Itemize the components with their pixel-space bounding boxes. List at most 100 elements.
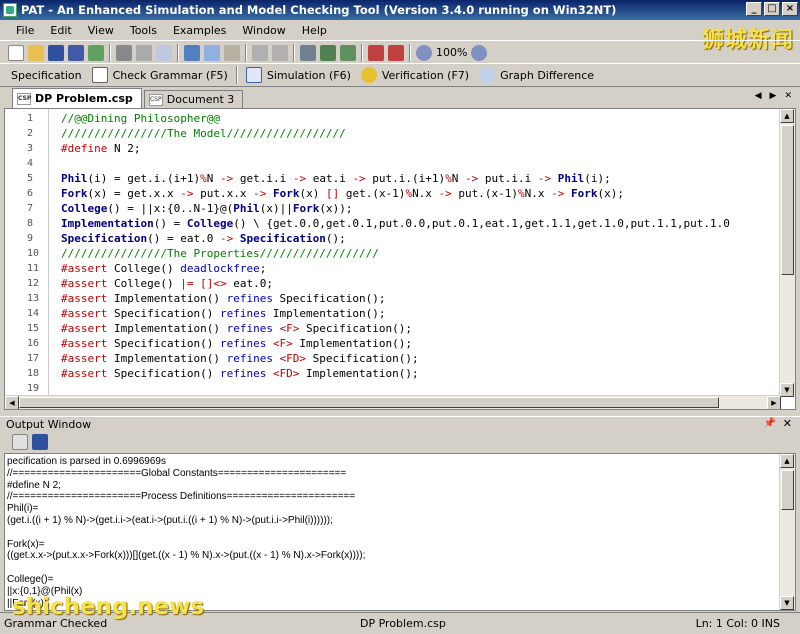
outdent-icon[interactable] [388,44,404,61]
output-line: Phil(i)= [7,503,39,515]
pin-icon[interactable]: 📌 [764,418,776,429]
code-line: Implementation() = College() \ {get.0.0,… [61,217,730,230]
text-icon[interactable] [156,44,172,61]
window-title: PAT - An Enhanced Simulation and Model C… [21,3,617,17]
scroll-thumb[interactable] [19,397,719,408]
indent-icon[interactable] [368,44,384,61]
scroll-left-icon[interactable]: ◀ [5,396,19,409]
output-window-title: Output Window [6,418,92,431]
cut-icon[interactable] [184,44,200,61]
menu-examples[interactable]: Examples [165,24,234,37]
menu-view[interactable]: View [80,24,122,37]
line-number: 4 [27,158,34,169]
line-number: 7 [27,203,34,214]
specification-button[interactable]: Specification [6,69,87,82]
scroll-up-icon[interactable]: ▲ [780,109,794,123]
toolbar-separator [177,43,179,62]
line-number: 14 [27,308,40,319]
check-grammar-label: Check Grammar (F5) [112,68,228,82]
zoom-in-icon[interactable] [416,44,432,61]
export-icon[interactable] [88,44,104,61]
tab-document-3[interactable]: CSP Document 3 [143,90,244,108]
tab-next-icon[interactable]: ▶ [770,91,777,101]
output-line: ((get.x.x->(put.x.x->Fork(x)))[](get.((x… [7,550,366,562]
editor-horizontal-scrollbar[interactable]: ◀ ▶ [5,395,781,409]
new-file-icon[interactable] [8,44,24,61]
line-number-gutter: 1 2 3 4 5 6 7 8 9 10 11 12 13 14 15 16 17 18 19 [5,109,49,399]
scroll-thumb[interactable] [781,470,794,510]
check-grammar-button[interactable]: Check Grammar (F5) [87,67,233,83]
copy-icon[interactable] [204,44,220,61]
tab-navigation: ◀ ▶ ✕ [755,91,792,101]
redo-icon[interactable] [272,44,288,61]
zoom-out-icon[interactable] [471,44,488,61]
pat-app-icon [3,3,17,17]
graph-difference-button[interactable]: Graph Difference [474,67,599,83]
output-window-header: Output Window 📌 ✕ [0,416,800,432]
line-number: 15 [27,323,40,334]
save-icon[interactable] [48,44,64,61]
scroll-down-icon[interactable]: ▼ [780,596,794,610]
bookmark-next-icon[interactable] [320,44,336,61]
verification-button[interactable]: Verification (F7) [356,67,474,83]
print-icon[interactable] [116,44,132,61]
paste-icon[interactable] [224,44,240,61]
code-editor[interactable]: 1 2 3 4 5 6 7 8 9 10 11 12 13 14 15 16 17 18 19 //@@Dining… [4,108,796,410]
editor-vertical-scrollbar[interactable]: ▲ ▼ [779,109,795,397]
menu-help[interactable]: Help [294,24,335,37]
line-number: 8 [27,218,34,229]
output-line: //======================Process Definiti… [7,491,356,503]
open-folder-icon[interactable] [28,44,44,61]
toolbar-separator [409,43,411,62]
output-line: Fork(x)= [7,538,45,550]
maximize-button[interactable]: □ [764,2,780,16]
code-line: ////////////////The Properties//////////… [61,247,379,260]
model-toolbar: Specification Check Grammar (F5) Simulat… [0,63,800,87]
scroll-down-icon[interactable]: ▼ [780,383,794,397]
simulation-icon [245,67,262,83]
csp-file-icon: CSP [148,93,163,106]
scroll-right-icon[interactable]: ▶ [767,396,781,409]
bookmark-icon[interactable] [300,44,316,61]
menu-file[interactable]: File [8,24,42,37]
document-tabs: CSP DP Problem.csp CSP Document 3 [0,88,800,108]
code-line: Phil(i) = get.i.(i+1)%N -> get.i.i -> ea… [61,172,611,185]
specification-label: Specification [11,68,82,82]
graph-difference-label: Graph Difference [500,68,595,82]
code-line: ////////////////The Model///////////////… [61,127,346,140]
code-line: #assert Specification() refines <FD> Imp… [61,367,419,380]
scroll-up-icon[interactable]: ▲ [780,454,794,468]
scroll-thumb[interactable] [781,125,794,275]
toolbar-separator [361,43,363,62]
tab-label: Document 3 [166,93,235,106]
output-close-icon[interactable]: ✕ [783,417,792,430]
bookmark-clear-icon[interactable] [340,44,356,61]
zoom-level[interactable]: 100% [436,46,467,59]
menu-window[interactable]: Window [234,24,293,37]
menu-edit[interactable]: Edit [42,24,79,37]
tab-label: DP Problem.csp [35,92,133,105]
clear-output-icon[interactable] [12,434,28,450]
tab-dp-problem[interactable]: CSP DP Problem.csp [12,88,142,108]
close-button[interactable]: × [782,2,798,16]
output-text-area[interactable]: ||Fork(x)), ||x:{0,1}@(Phil(x) College()=(… [4,453,796,611]
verification-icon [360,67,377,83]
undo-icon[interactable] [252,44,268,61]
line-number: 1 [27,113,34,124]
save-all-icon[interactable] [68,44,84,61]
code-line: #assert Implementation() refines <F> Spe… [61,322,413,335]
line-number: 17 [27,353,40,364]
tab-close-icon[interactable]: ✕ [784,91,792,101]
save-output-icon[interactable] [32,434,48,450]
tab-prev-icon[interactable]: ◀ [755,91,762,101]
toolbar-separator [245,43,247,62]
menu-tools[interactable]: Tools [122,24,165,37]
print-preview-icon[interactable] [136,44,152,61]
watermark-bottom: shicheng.news [12,594,205,620]
toolbar-separator [109,43,111,62]
minimize-button[interactable]: _ [746,2,762,16]
code-line: Fork(x) = get.x.x -> put.x.x -> Fork(x) … [61,187,625,200]
simulation-button[interactable]: Simulation (F6) [241,67,356,83]
magnifier-icon [479,67,496,83]
output-vertical-scrollbar[interactable]: ▲ ▼ [779,454,795,610]
